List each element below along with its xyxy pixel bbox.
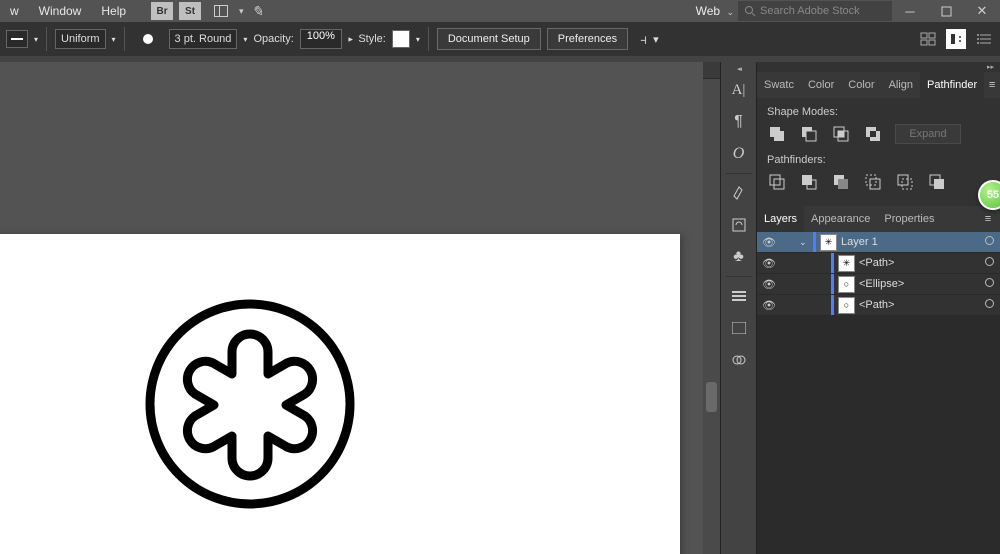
divide-icon[interactable] xyxy=(767,172,787,192)
search-placeholder: Search Adobe Stock xyxy=(760,5,860,17)
style-label: Style: xyxy=(358,33,386,45)
transparency-panel-icon[interactable] xyxy=(721,344,757,376)
align-to-icon[interactable]: ⫞ xyxy=(640,31,647,48)
controlbar: ▾ Uniform ▾ 3 pt. Round ▾ Opacity: 100% … xyxy=(0,22,1000,56)
opacity-label: Opacity: xyxy=(253,33,293,45)
stroke-panel-icon[interactable] xyxy=(721,280,757,312)
intersect-icon[interactable] xyxy=(831,124,851,144)
minimize-button[interactable]: ─ xyxy=(892,0,928,22)
close-button[interactable]: ✕ xyxy=(964,0,1000,22)
visibility-icon[interactable]: 👁 xyxy=(757,299,781,312)
symbols-panel-icon[interactable] xyxy=(721,209,757,241)
tab-appearance[interactable]: Appearance xyxy=(804,206,877,232)
layer-name[interactable]: <Path> xyxy=(859,299,894,311)
tab-pathfinder[interactable]: Pathfinder xyxy=(920,72,984,98)
stroke-weight-select[interactable]: 3 pt. Round xyxy=(169,29,238,49)
tab-colorguide[interactable]: Color xyxy=(841,72,881,98)
menu-help[interactable]: Help xyxy=(91,1,136,21)
right-panels: ▸▸ Swatc Color Color Align Pathfinder ≡ … xyxy=(756,62,1000,554)
exclude-icon[interactable] xyxy=(863,124,883,144)
panel-menu-icon[interactable]: ≡ xyxy=(984,72,1000,98)
layer-row[interactable]: 👁 ○ <Path> xyxy=(757,295,1000,316)
preferences-button[interactable]: Preferences xyxy=(547,28,628,50)
character-panel-icon[interactable]: A| xyxy=(721,74,757,106)
layer-name[interactable]: <Ellipse> xyxy=(859,278,904,290)
document-setup-button[interactable]: Document Setup xyxy=(437,28,541,50)
shape-modes-label: Shape Modes: xyxy=(767,106,990,118)
minus-back-icon[interactable] xyxy=(927,172,947,192)
gpu-preview-icon[interactable]: ✎ xyxy=(252,3,264,20)
canvas[interactable] xyxy=(0,62,720,554)
pathfinders-label: Pathfinders: xyxy=(767,154,990,166)
layer-row[interactable]: 👁 ○ <Ellipse> xyxy=(757,274,1000,295)
paragraph-panel-icon[interactable]: ¶ xyxy=(721,106,757,138)
target-icon[interactable] xyxy=(978,299,1000,311)
brush-profile[interactable] xyxy=(133,30,163,48)
step-badge: 55 xyxy=(978,180,1000,210)
vertical-scrollbar[interactable] xyxy=(703,62,720,554)
visibility-icon[interactable]: 👁 xyxy=(757,236,781,249)
minus-front-icon[interactable] xyxy=(799,124,819,144)
layer-thumb: ✳ xyxy=(838,255,855,272)
tab-align[interactable]: Align xyxy=(882,72,920,98)
layers-tabrow: Layers Appearance Properties ≡ xyxy=(757,206,1000,232)
pathfinder-tabrow: Swatc Color Color Align Pathfinder ≡ xyxy=(757,72,1000,98)
layer-row[interactable]: 👁 ✳ <Path> xyxy=(757,253,1000,274)
graphic-style-swatch[interactable] xyxy=(392,30,410,48)
layer-thumb: ○ xyxy=(838,297,855,314)
search-input[interactable]: Search Adobe Stock xyxy=(738,1,892,21)
stroke-profile-select[interactable]: Uniform xyxy=(55,29,106,49)
gradient-panel-icon[interactable] xyxy=(721,312,757,344)
visibility-icon[interactable]: 👁 xyxy=(757,278,781,291)
target-icon[interactable] xyxy=(978,236,1000,248)
stroke-swatch[interactable] xyxy=(6,30,28,48)
artboard[interactable] xyxy=(0,234,680,554)
menu-item[interactable]: w xyxy=(0,1,29,21)
target-icon[interactable] xyxy=(978,257,1000,269)
layer-thumb: ○ xyxy=(838,276,855,293)
tab-swatches[interactable]: Swatc xyxy=(757,72,801,98)
stock-icon[interactable]: St xyxy=(179,2,201,20)
outline-icon[interactable] xyxy=(895,172,915,192)
tab-properties[interactable]: Properties xyxy=(877,206,941,232)
expand-button: Expand xyxy=(895,124,961,144)
panel-menu-icon[interactable]: ≡ xyxy=(976,206,1000,232)
brushes-panel-icon[interactable] xyxy=(721,177,757,209)
layer-row-parent[interactable]: 👁 ⌄ ✳ Layer 1 xyxy=(757,232,1000,253)
essentials-icon[interactable] xyxy=(946,29,966,49)
bridge-icon[interactable]: Br xyxy=(151,2,173,20)
tab-layers[interactable]: Layers xyxy=(757,206,804,232)
layer-name[interactable]: Layer 1 xyxy=(841,236,878,248)
merge-icon[interactable] xyxy=(831,172,851,192)
swatches-panel-icon[interactable]: ♣ xyxy=(721,241,757,273)
list-icon[interactable] xyxy=(974,29,994,49)
unite-icon[interactable] xyxy=(767,124,787,144)
workspace-switcher[interactable]: Web ⌄ xyxy=(696,4,734,18)
tab-color[interactable]: Color xyxy=(801,72,841,98)
menubar: w Window Help Br St ▾ ✎ Web ⌄ Search Ado… xyxy=(0,0,1000,22)
panel-icon[interactable] xyxy=(918,29,938,49)
layer-name[interactable]: <Path> xyxy=(859,257,894,269)
artwork-asterisk xyxy=(140,294,360,514)
disclosure-icon[interactable]: ⌄ xyxy=(799,237,813,248)
menu-window[interactable]: Window xyxy=(29,1,92,21)
maximize-button[interactable] xyxy=(928,0,964,22)
pathfinder-panel: Shape Modes: Expand Pathfinders: xyxy=(757,98,1000,200)
panel-toolstrip: A| ¶ O ♣ xyxy=(720,62,756,554)
layers-panel: 👁 ⌄ ✳ Layer 1 👁 ✳ <Path> 👁 xyxy=(757,232,1000,316)
trim-icon[interactable] xyxy=(799,172,819,192)
target-icon[interactable] xyxy=(978,278,1000,290)
opentype-panel-icon[interactable]: O xyxy=(721,138,757,170)
crop-icon[interactable] xyxy=(863,172,883,192)
layer-thumb: ✳ xyxy=(820,234,837,251)
visibility-icon[interactable]: 👁 xyxy=(757,257,781,270)
arrange-documents-icon[interactable] xyxy=(214,5,228,17)
opacity-input[interactable]: 100% xyxy=(300,29,342,49)
